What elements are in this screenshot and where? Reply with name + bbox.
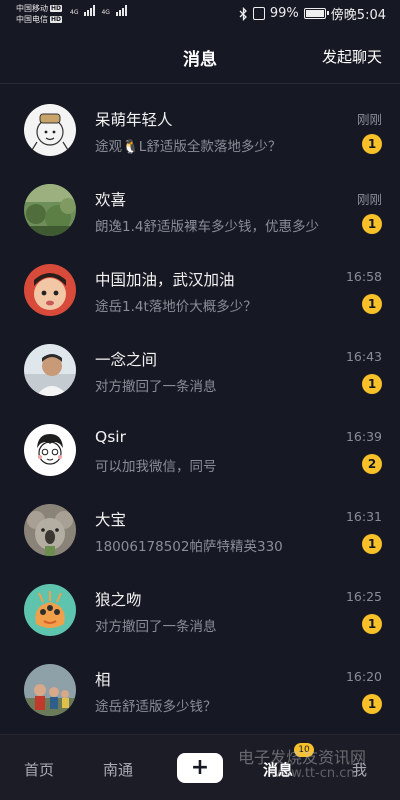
- battery-percent: 99%: [269, 6, 299, 21]
- status-bar: 中国移动 HD 中国电信 HD 4G 4G 99% 傍晚5:04: [0, 0, 400, 28]
- message-preview: 可以加我微信，同号: [95, 459, 217, 475]
- unread-badge: 1: [362, 694, 382, 714]
- message-time: 16:20: [345, 669, 382, 684]
- vibrate-icon: [252, 7, 265, 20]
- plus-icon: +: [190, 755, 210, 780]
- unread-badge: 2: [362, 454, 382, 474]
- message-item[interactable]: 中国加油，武汉加油 途岳1.4t落地价大概多少？ 16:58 1: [0, 250, 400, 330]
- status-right: 99% 傍晚5:04: [239, 4, 386, 23]
- message-item[interactable]: Qsir 可以加我微信，同号 16:39 2: [0, 410, 400, 490]
- message-preview: 对方撤回了一条消息: [95, 379, 217, 395]
- nav-home[interactable]: 首页: [24, 759, 54, 780]
- create-button[interactable]: +: [173, 753, 227, 783]
- contact-name: 欢喜: [95, 191, 127, 209]
- unread-badge: 1: [362, 374, 382, 394]
- contact-name: 大宝: [95, 511, 127, 529]
- avatar[interactable]: [24, 504, 76, 556]
- start-chat-button[interactable]: 发起聊天: [322, 46, 382, 67]
- message-preview: 途观🐧L舒适版全款落地多少？: [95, 139, 282, 155]
- avatar[interactable]: [24, 664, 76, 716]
- unread-badge: 1: [362, 134, 382, 154]
- nav-city[interactable]: 南通: [103, 759, 133, 780]
- watermark: 电子发烧友资讯网: [238, 748, 367, 767]
- watermark-url: www.tt-cn.cn: [270, 766, 355, 781]
- net-type-1: 4G: [70, 9, 79, 16]
- message-preview: 18006178502帕萨特精英330: [95, 539, 283, 555]
- hd-badge: HD: [50, 16, 63, 23]
- message-preview: 途岳舒适版多少钱？: [95, 699, 217, 715]
- message-item[interactable]: 狼之吻 对方撤回了一条消息 16:25 1: [0, 570, 400, 650]
- signal-icon: [115, 4, 127, 16]
- contact-name: Qsir: [95, 428, 126, 446]
- carrier-2: 中国电信: [16, 15, 48, 24]
- message-preview: 对方撤回了一条消息: [95, 619, 217, 635]
- message-time: 16:39: [345, 429, 382, 444]
- avatar[interactable]: [24, 264, 76, 316]
- avatar[interactable]: [24, 584, 76, 636]
- hd-badge: HD: [50, 5, 63, 12]
- contact-name: 相: [95, 671, 111, 689]
- message-preview: 朗逸1.4舒适版裸车多少钱，优惠多少: [95, 219, 319, 235]
- message-item[interactable]: 相 途岳舒适版多少钱？ 16:20 1: [0, 650, 400, 730]
- contact-name: 中国加油，武汉加油: [95, 271, 235, 289]
- header: 消息 发起聊天: [0, 28, 400, 84]
- avatar[interactable]: [24, 424, 76, 476]
- message-time: 16:25: [345, 589, 382, 604]
- avatar[interactable]: [24, 184, 76, 236]
- unread-badge: 1: [362, 214, 382, 234]
- unread-badge: 1: [362, 614, 382, 634]
- network-signals: 4G 4G: [70, 4, 127, 16]
- carrier-1: 中国移动: [16, 4, 48, 13]
- message-item[interactable]: 呆萌年轻人 途观🐧L舒适版全款落地多少？ 刚刚 1: [0, 90, 400, 170]
- unread-badge: 1: [362, 534, 382, 554]
- battery-icon: [303, 8, 329, 19]
- message-item[interactable]: 大宝 18006178502帕萨特精英330 16:31 1: [0, 490, 400, 570]
- message-time: 16:43: [345, 349, 382, 364]
- message-time: 刚刚: [356, 112, 382, 127]
- unread-badge: 1: [362, 294, 382, 314]
- contact-name: 狼之吻: [95, 591, 142, 609]
- avatar[interactable]: [24, 104, 76, 156]
- carrier-info: 中国移动 HD 中国电信 HD: [16, 3, 63, 25]
- contact-name: 一念之间: [95, 351, 158, 369]
- message-list: 呆萌年轻人 途观🐧L舒适版全款落地多少？ 刚刚 1 欢喜 朗逸1.4舒适版裸车多…: [0, 90, 400, 730]
- message-time: 16:58: [345, 269, 382, 284]
- message-item[interactable]: 一念之间 对方撤回了一条消息 16:43 1: [0, 330, 400, 410]
- net-type-2: 4G: [101, 9, 110, 16]
- message-time: 刚刚: [356, 192, 382, 207]
- message-time: 16:31: [345, 509, 382, 524]
- signal-icon: [84, 4, 96, 16]
- bluetooth-icon: [239, 6, 247, 21]
- message-preview: 途岳1.4t落地价大概多少？: [95, 299, 257, 315]
- avatar[interactable]: [24, 344, 76, 396]
- clock: 傍晚5:04: [330, 8, 386, 23]
- battery-fill: [305, 10, 324, 17]
- contact-name: 呆萌年轻人: [95, 111, 173, 129]
- message-item[interactable]: 欢喜 朗逸1.4舒适版裸车多少钱，优惠多少 刚刚 1: [0, 170, 400, 250]
